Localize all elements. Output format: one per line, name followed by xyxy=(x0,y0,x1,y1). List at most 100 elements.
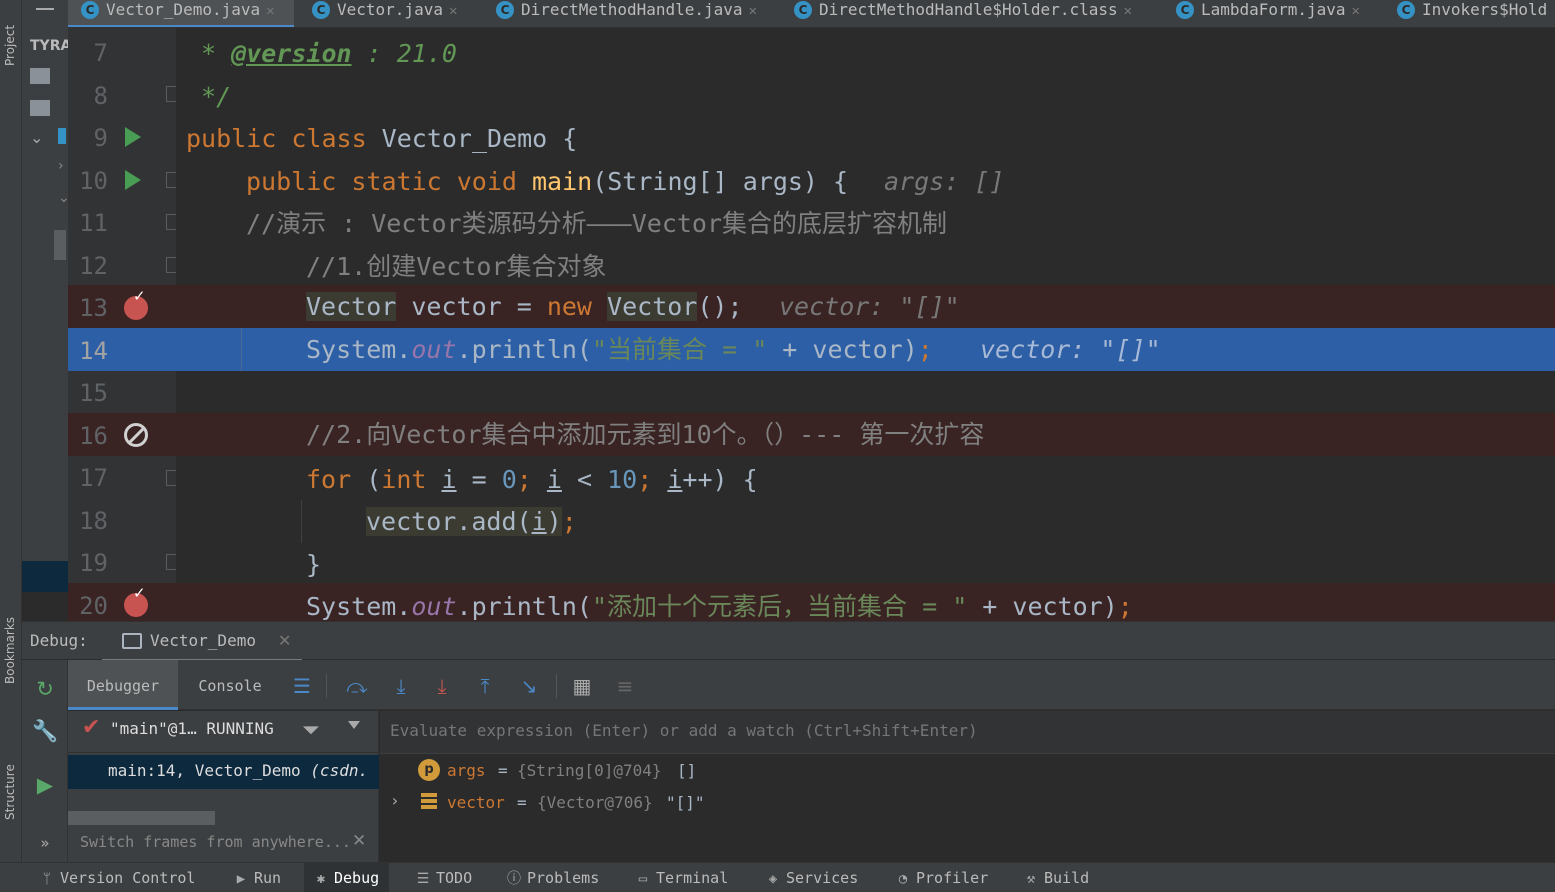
project-tool-label: Project xyxy=(3,24,17,66)
line-number[interactable]: 13 xyxy=(68,287,108,330)
watch-expression-input[interactable]: Evaluate expression (Enter) or add a wat… xyxy=(380,711,1555,754)
line-number[interactable]: 12 xyxy=(68,245,108,288)
evaluate-expression-icon[interactable]: ▦ xyxy=(569,673,595,699)
keyword: for xyxy=(306,465,367,494)
run-button[interactable]: ▶ Run xyxy=(232,863,281,892)
todo-button[interactable]: ☰ TODO xyxy=(414,863,472,892)
breakpoint-icon[interactable] xyxy=(124,287,148,320)
bottom-tool-bar: ᛘ Version Control ▶ Run ✱ Debug ☰ TODO ⓘ Prob… xyxy=(0,862,1555,892)
debug-session-tab[interactable]: Vector_Demo ✕ xyxy=(102,622,302,662)
close-icon[interactable]: ✕ xyxy=(749,3,757,19)
tab-direct-method-handle-holder[interactable]: C DirectMethodHandle$Holder.class ✕ xyxy=(781,0,1165,27)
tab-invokers-holder[interactable]: C Invokers$Hold xyxy=(1384,0,1555,27)
bookmarks-tool-tab[interactable]: Bookmarks xyxy=(0,598,22,708)
chevron-right-icon[interactable]: › xyxy=(58,158,64,174)
services-button[interactable]: ◈ Services xyxy=(764,863,858,892)
thread-selector[interactable]: ✔ "main"@1… RUNNING ⏷ xyxy=(68,711,379,753)
line-number[interactable]: 16 xyxy=(68,415,108,458)
line-number[interactable]: 9 xyxy=(68,117,108,160)
watch-placeholder: Evaluate expression (Enter) or add a wat… xyxy=(390,721,978,740)
run-gutter-icon[interactable] xyxy=(125,127,141,147)
code-line-18: vector.add(i); xyxy=(176,500,1555,543)
type-ref: Vector xyxy=(607,292,698,321)
tab-direct-method-handle[interactable]: C DirectMethodHandle.java ✕ xyxy=(483,0,786,27)
project-tool-tab[interactable]: Project xyxy=(0,0,22,70)
close-icon[interactable]: ✕ xyxy=(266,3,274,19)
semicolon: ; xyxy=(1117,592,1133,621)
frames-scrollbar[interactable] xyxy=(68,811,215,825)
more-icon[interactable]: » xyxy=(32,830,58,856)
loop-var: i xyxy=(667,465,683,494)
chevron-right-icon[interactable]: › xyxy=(390,791,400,810)
folder-icon[interactable] xyxy=(30,68,50,84)
project-selected-row[interactable] xyxy=(22,561,68,592)
type-ref: Vector xyxy=(306,292,397,321)
variable-row[interactable]: p args = {String[0]@704} [] xyxy=(380,755,1555,787)
minimize-icon[interactable] xyxy=(36,8,54,10)
tab-label: DirectMethodHandle.java xyxy=(521,0,743,19)
line-number[interactable]: 14 xyxy=(68,330,108,373)
breakpoint-icon[interactable] xyxy=(124,584,148,617)
code-text: + vector) xyxy=(967,592,1118,621)
line-number[interactable]: 10 xyxy=(68,160,108,203)
close-icon[interactable]: ✕ xyxy=(278,631,291,650)
loop-var: i xyxy=(441,465,457,494)
button-label: Terminal xyxy=(656,869,729,887)
project-scrollbar[interactable] xyxy=(54,230,66,260)
terminal-button[interactable]: ▭ Terminal xyxy=(634,863,728,892)
structure-tool-tab[interactable]: Structure xyxy=(0,735,22,845)
close-icon[interactable]: ✕ xyxy=(1352,3,1360,19)
resume-icon[interactable]: ▶ xyxy=(32,772,58,798)
show-frames-icon[interactable]: ☰ xyxy=(289,673,315,699)
number-literal: 0 xyxy=(501,465,517,494)
folder-icon[interactable] xyxy=(30,100,50,116)
indent-guide xyxy=(301,500,302,543)
button-label: Debug xyxy=(334,869,380,887)
project-root-label[interactable]: TYRA xyxy=(30,38,71,54)
force-step-into-icon[interactable]: ⤓ xyxy=(429,673,455,699)
chevron-down-icon[interactable]: ⌄ xyxy=(30,128,43,147)
rerun-icon[interactable]: ↻ xyxy=(32,676,58,702)
bug-icon: ✱ xyxy=(316,871,326,887)
variable-row[interactable]: › vector = {Vector@706} "[]" xyxy=(380,787,1555,819)
code-text: + vector) xyxy=(767,335,918,364)
tab-debugger[interactable]: Debugger xyxy=(68,660,178,710)
problems-button[interactable]: ⓘ Problems xyxy=(505,863,599,892)
code-editor[interactable]: * @version : 21.0 */ public class Vector… xyxy=(176,28,1555,621)
line-number[interactable]: 17 xyxy=(68,457,108,500)
line-number[interactable]: 19 xyxy=(68,542,108,585)
tab-lambda-form[interactable]: C LambdaForm.java ✕ xyxy=(1163,0,1385,27)
close-icon[interactable]: ✕ xyxy=(449,3,457,19)
close-icon[interactable]: ✕ xyxy=(352,831,366,851)
line-number[interactable]: 8 xyxy=(68,75,108,118)
debug-button[interactable]: ✱ Debug xyxy=(304,863,390,892)
run-gutter-icon[interactable] xyxy=(125,170,141,190)
package-icon xyxy=(58,128,66,144)
code-text: vector = xyxy=(396,292,547,321)
run-to-cursor-icon[interactable]: ↘ xyxy=(516,673,542,699)
profiler-button[interactable]: ◔ Profiler xyxy=(894,863,988,892)
tab-vector[interactable]: C Vector.java ✕ xyxy=(299,0,482,27)
comment: //1.创建Vector集合对象 xyxy=(306,252,607,281)
line-number[interactable]: 15 xyxy=(68,372,108,415)
line-number[interactable]: 11 xyxy=(68,202,108,245)
line-number[interactable]: 7 xyxy=(68,32,108,75)
tab-vector-demo[interactable]: C Vector_Demo.java ✕ xyxy=(68,0,294,27)
tab-console[interactable]: Console xyxy=(180,660,280,710)
breakpoint-muted-icon[interactable] xyxy=(124,423,148,447)
stack-frame-row[interactable]: main:14, Vector_Demo (csdn. xyxy=(68,755,379,789)
run-icon: ▶ xyxy=(236,871,246,887)
list-icon: ☰ xyxy=(416,871,430,887)
version-control-button[interactable]: ᛘ Version Control xyxy=(38,863,196,892)
build-button[interactable]: ⚒ Build xyxy=(1022,863,1089,892)
step-out-icon[interactable]: ⤒ xyxy=(472,673,498,699)
code-line-13: Vector vector = new Vector(); vector: "[… xyxy=(176,285,1555,328)
filter-icon[interactable]: ⏷ xyxy=(302,718,320,743)
line-number[interactable]: 18 xyxy=(68,500,108,543)
close-icon[interactable]: ✕ xyxy=(1124,3,1132,19)
debugger-toolbar: Debugger Console ☰ ⤼ ⤓ ⤓ ⤒ ↘ ▦ ≡ xyxy=(68,660,1555,710)
step-over-icon[interactable]: ⤼ xyxy=(344,673,370,699)
chevron-down-icon[interactable] xyxy=(348,721,360,729)
step-into-icon[interactable]: ⤓ xyxy=(388,673,414,699)
wrench-icon[interactable]: 🔧 xyxy=(32,718,58,744)
